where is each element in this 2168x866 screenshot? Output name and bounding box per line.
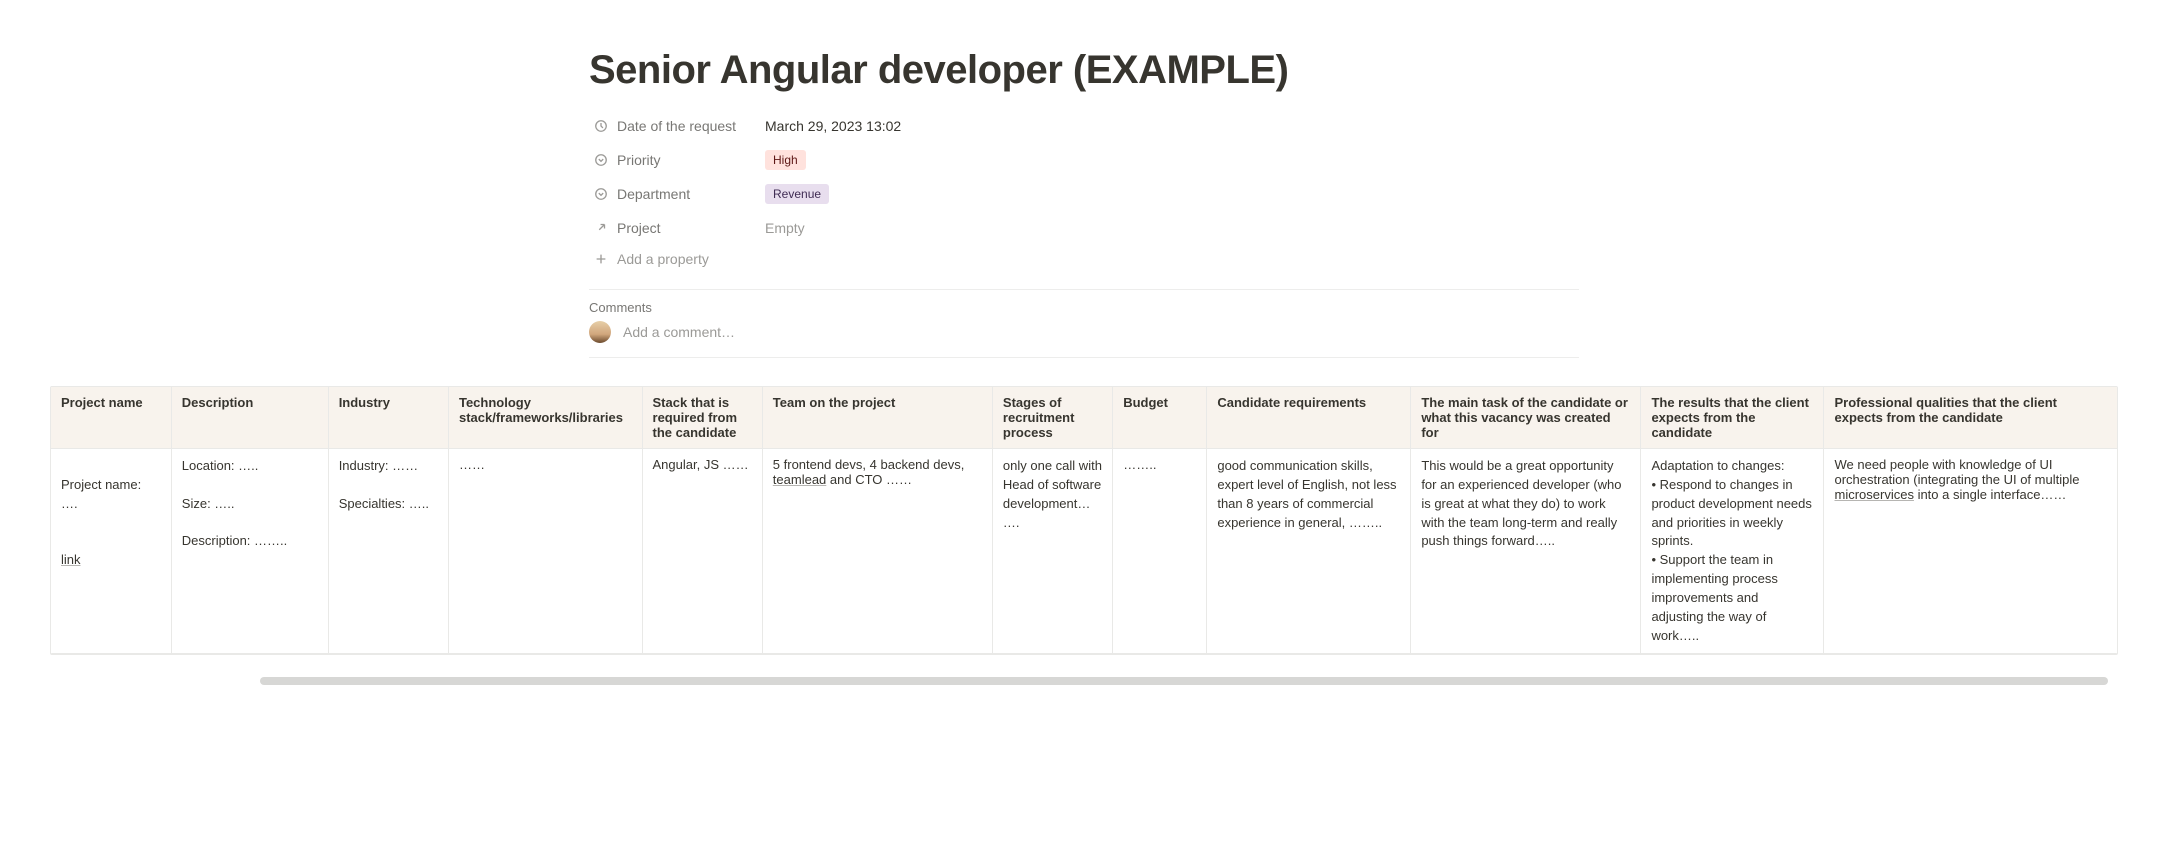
department-tag: Revenue [765,184,829,204]
add-property-button[interactable]: Add a property [589,247,1579,271]
col-header-industry[interactable]: Industry [328,387,448,449]
database-table-wrap: Project name Description Industry Techno… [0,386,2168,655]
cell-results[interactable]: Adaptation to changes: • Respond to chan… [1641,449,1824,654]
cell-description[interactable]: Location: ….. Size: ….. Description: …….… [171,449,328,654]
priority-tag: High [765,150,806,170]
comment-input-row [589,321,1579,358]
cell-professional-qualities[interactable]: We need people with knowledge of UI orch… [1824,449,2117,654]
cell-text: 5 frontend devs, 4 backend devs, [773,457,965,472]
database-table: Project name Description Industry Techno… [51,387,2117,654]
cell-text: and CTO …… [826,472,912,487]
cell-budget[interactable]: …….. [1113,449,1207,654]
property-value-department[interactable]: Revenue [759,182,1579,206]
page-horizontal-scrollbar[interactable] [50,675,2118,687]
teamlead-link: teamlead [773,472,826,487]
cell-candidate-requirements[interactable]: good communication skills, expert level … [1207,449,1411,654]
col-header-description[interactable]: Description [171,387,328,449]
cell-team[interactable]: 5 frontend devs, 4 backend devs, teamlea… [762,449,992,654]
property-label-project[interactable]: Project [589,218,759,238]
cell-main-task[interactable]: This would be a great opportunity for an… [1411,449,1641,654]
cell-text: We need people with knowledge of UI orch… [1834,457,2079,487]
col-header-stack[interactable]: Stack that is required from the candidat… [642,387,762,449]
property-value-priority[interactable]: High [759,148,1579,172]
avatar [589,321,611,343]
cell-industry[interactable]: Industry: …… Specialties: ….. [328,449,448,654]
property-label-priority[interactable]: Priority [589,150,759,170]
col-header-budget[interactable]: Budget [1113,387,1207,449]
property-value-date[interactable]: March 29, 2023 13:02 [759,116,1579,136]
add-property-label: Add a property [617,251,709,267]
comments-heading: Comments [589,300,1579,315]
property-row-date: Date of the request March 29, 2023 13:02 [589,109,1579,143]
col-header-stages[interactable]: Stages of recruitment process [992,387,1112,449]
property-label-text: Project [617,220,661,236]
property-row-priority: Priority High [589,143,1579,177]
cell-stack[interactable]: Angular, JS …… [642,449,762,654]
comment-input[interactable] [621,323,1579,341]
cell-stages[interactable]: only one call with Head of software deve… [992,449,1112,654]
col-header-results[interactable]: The results that the client expects from… [1641,387,1824,449]
cell-text: Project name: …. [61,477,141,511]
project-link[interactable]: link [61,552,81,567]
page-title: Senior Angular developer (EXAMPLE) [589,48,1579,93]
table-row[interactable]: Project name: …. link Location: ….. Size… [51,449,2117,654]
clock-icon [593,118,609,134]
property-label-text: Department [617,186,690,202]
property-row-department: Department Revenue [589,177,1579,211]
col-header-project-name[interactable]: Project name [51,387,171,449]
col-header-professional-qualities[interactable]: Professional qualities that the client e… [1824,387,2117,449]
scroll-thumb[interactable] [260,677,2108,685]
col-header-technology[interactable]: Technology stack/frameworks/libraries [448,387,642,449]
cell-project-name[interactable]: Project name: …. link [51,449,171,654]
database-scroll[interactable]: Project name Description Industry Techno… [50,386,2118,655]
property-label-date[interactable]: Date of the request [589,116,759,136]
property-label-text: Date of the request [617,118,736,134]
microservices-text: microservices [1834,487,1913,502]
cell-technology[interactable]: …… [448,449,642,654]
relation-icon [593,220,609,236]
col-header-candidate-requirements[interactable]: Candidate requirements [1207,387,1411,449]
select-icon [593,186,609,202]
col-header-main-task[interactable]: The main task of the candidate or what t… [1411,387,1641,449]
table-header-row: Project name Description Industry Techno… [51,387,2117,449]
property-row-project: Project Empty [589,211,1579,245]
col-header-team[interactable]: Team on the project [762,387,992,449]
property-label-department[interactable]: Department [589,184,759,204]
plus-icon [593,251,609,267]
select-icon [593,152,609,168]
property-value-project[interactable]: Empty [759,218,1579,238]
comments-section: Comments [589,289,1579,358]
cell-text: into a single interface…… [1914,487,2066,502]
property-label-text: Priority [617,152,661,168]
